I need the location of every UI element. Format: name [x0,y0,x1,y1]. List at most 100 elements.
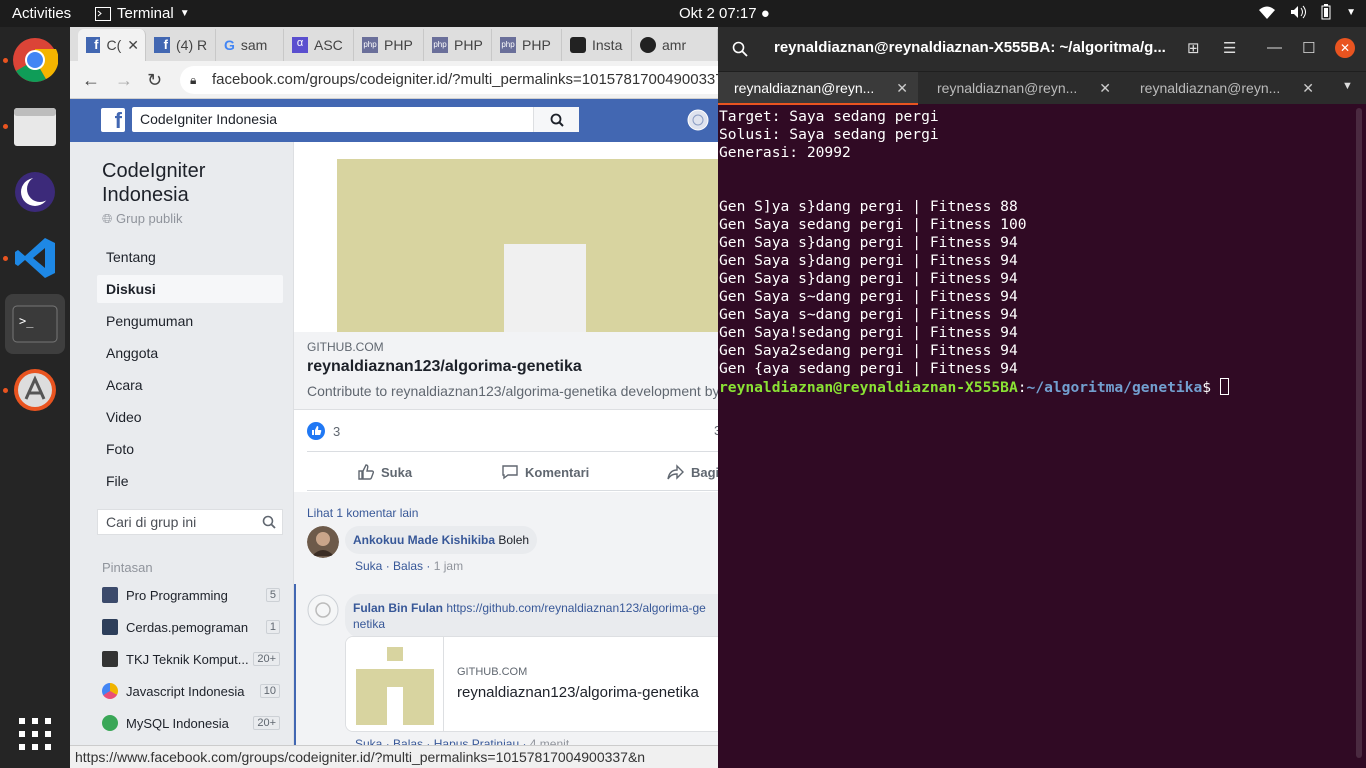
new-tab-icon[interactable]: ⊞ [1187,39,1200,57]
facebook-logo-icon[interactable]: f [101,108,125,133]
terminal-tab[interactable]: reynaldiaznan@reyn... ✕ [718,72,918,105]
software-icon[interactable] [5,360,65,420]
like-button[interactable]: Suka [357,463,412,481]
chevron-down-icon: ▼ [179,8,190,19]
apps-grid-icon[interactable] [5,704,65,764]
close-icon[interactable]: ✕ [127,37,145,54]
shortcut-count: 20+ [253,652,280,666]
reactions-summary[interactable]: 3 [307,422,340,440]
eclipse-icon[interactable] [5,162,65,222]
nav-acara[interactable]: Acara [97,371,283,399]
comment-link-preview[interactable]: GITHUB.COM reynaldiaznan123/algorima-gen… [345,636,718,732]
nav-tentang[interactable]: Tentang [97,243,283,271]
nav-diskusi[interactable]: Diskusi [97,275,283,303]
vscode-icon[interactable] [5,228,65,288]
close-icon[interactable]: ✕ [1302,72,1314,105]
terminal-tab-label: reynaldiaznan@reyn... [1140,80,1281,96]
chrome-icon[interactable] [5,30,65,90]
group-name[interactable]: CodeIgniter Indonesia [102,159,252,207]
github-icon [640,37,656,53]
terminal-tab-label: reynaldiaznan@reyn... [734,80,875,96]
app-menu[interactable]: Terminal ▼ [95,5,190,22]
comment-button[interactable]: Komentari [501,463,589,481]
volume-icon [1291,5,1307,19]
nav-file[interactable]: File [97,467,283,495]
shortcut-item[interactable]: Cerdas.pemograman 1 [102,615,280,639]
search-icon [550,113,564,127]
group-icon [102,619,118,635]
nav-video[interactable]: Video [97,403,283,431]
status-url-bar: https://www.facebook.com/groups/codeigni… [70,745,718,768]
nav-pengumuman[interactable]: Pengumuman [97,307,283,335]
browser-tab[interactable]: amr [632,29,718,61]
tab-title: PHP [454,37,483,53]
browser-tab[interactable]: f C(✕ [78,29,146,61]
app-name: Terminal [117,5,174,22]
shortcuts-heading: Pintasan [102,560,153,575]
facebook-search-input[interactable]: CodeIgniter Indonesia [132,107,579,132]
maximize-icon[interactable]: ☐ [1302,39,1315,57]
shortcut-item[interactable]: Javascript Indonesia 10 [102,679,280,703]
terminal-tab[interactable]: reynaldiaznan@reyn... ✕ [1124,72,1324,105]
system-tray[interactable]: ▼ [1258,4,1356,20]
nav-anggota[interactable]: Anggota [97,339,283,367]
search-value: CodeIgniter Indonesia [140,111,277,127]
shortcut-item[interactable]: MySQL Indonesia 20+ [102,711,280,735]
prompt-user: reynaldiaznan@reynaldiaznan-X555BA [719,379,1018,396]
top-bar: Activities Terminal ▼ Okt 2 07:17 ● ▼ [0,0,1366,27]
terminal-line: Solusi: Saya sedang pergi [719,126,939,143]
tab-title: PHP [522,37,551,53]
comment-time[interactable]: 1 jam [434,559,463,573]
link-preview-info[interactable]: GITHUB.COM reynaldiaznan123/algorima-gen… [294,332,718,410]
terminal-scrollbar[interactable] [1356,108,1362,758]
shortcut-item[interactable]: TKJ Teknik Komput... 20+ [102,647,280,671]
minimize-icon[interactable]: — [1267,39,1282,56]
browser-tab[interactable]: α ASC [284,29,354,61]
google-icon: G [224,37,235,53]
url-input[interactable]: 🔒︎ facebook.com/groups/codeigniter.id/?m… [180,66,718,94]
clock[interactable]: Okt 2 07:17 ● [679,5,770,22]
share-button[interactable]: Bagi [667,463,718,481]
comment-author[interactable]: Fulan Bin Fulan [353,601,443,615]
more-comments-link[interactable]: Lihat 1 komentar lain [307,506,418,520]
search-button[interactable] [533,107,579,132]
prompt-path: ~/algoritma/genetika [1026,379,1203,396]
shortcut-item[interactable]: Pro Programming 5 [102,583,280,607]
comment-like-link[interactable]: Suka [355,559,382,573]
tab-title: PHP [384,37,413,53]
profile-avatar-icon[interactable] [687,109,709,131]
shortcut-count: 20+ [253,716,280,730]
files-icon[interactable] [5,96,65,156]
browser-tab[interactable]: php PHP [492,29,562,61]
browser-tab[interactable]: php PHP [424,29,492,61]
browser-tab[interactable]: php PHP [354,29,424,61]
terminal-tab[interactable]: reynaldiaznan@reyn... ✕ [921,72,1121,105]
nav-foto[interactable]: Foto [97,435,283,463]
avatar[interactable] [307,526,339,558]
browser-tab[interactable]: f (4) R [146,29,216,61]
back-icon[interactable]: ← [82,70,100,91]
terminal-icon[interactable]: >_ [5,294,65,354]
group-feed: GITHUB.COM reynaldiaznan123/algorima-gen… [293,142,718,768]
tabs-menu-icon[interactable]: ▼ [1342,80,1353,92]
menu-icon[interactable]: ☰ [1223,39,1236,57]
link-preview-image[interactable] [337,159,718,332]
close-icon[interactable]: ✕ [1099,72,1111,105]
comment-text: Boleh [498,533,530,547]
close-icon[interactable]: ✕ [896,72,908,103]
browser-tab[interactable]: Gsam [216,29,284,61]
group-search-input[interactable]: Cari di grup ini [97,509,283,535]
terminal-output[interactable]: Target: Saya sedang pergi Solusi: Saya se… [719,108,1349,397]
forward-icon[interactable]: → [115,70,133,91]
reload-icon[interactable]: ↻ [147,70,162,91]
avatar[interactable] [307,594,339,626]
close-window-icon[interactable]: ✕ [1335,38,1355,58]
browser-tab[interactable]: Insta [562,29,632,61]
comment-author[interactable]: Ankokuu Made Kishikiba [353,533,495,547]
activities-button[interactable]: Activities [12,5,71,22]
wifi-icon [1259,6,1276,19]
comment-reply-link[interactable]: Balas [393,559,423,573]
search-icon[interactable] [732,41,748,57]
